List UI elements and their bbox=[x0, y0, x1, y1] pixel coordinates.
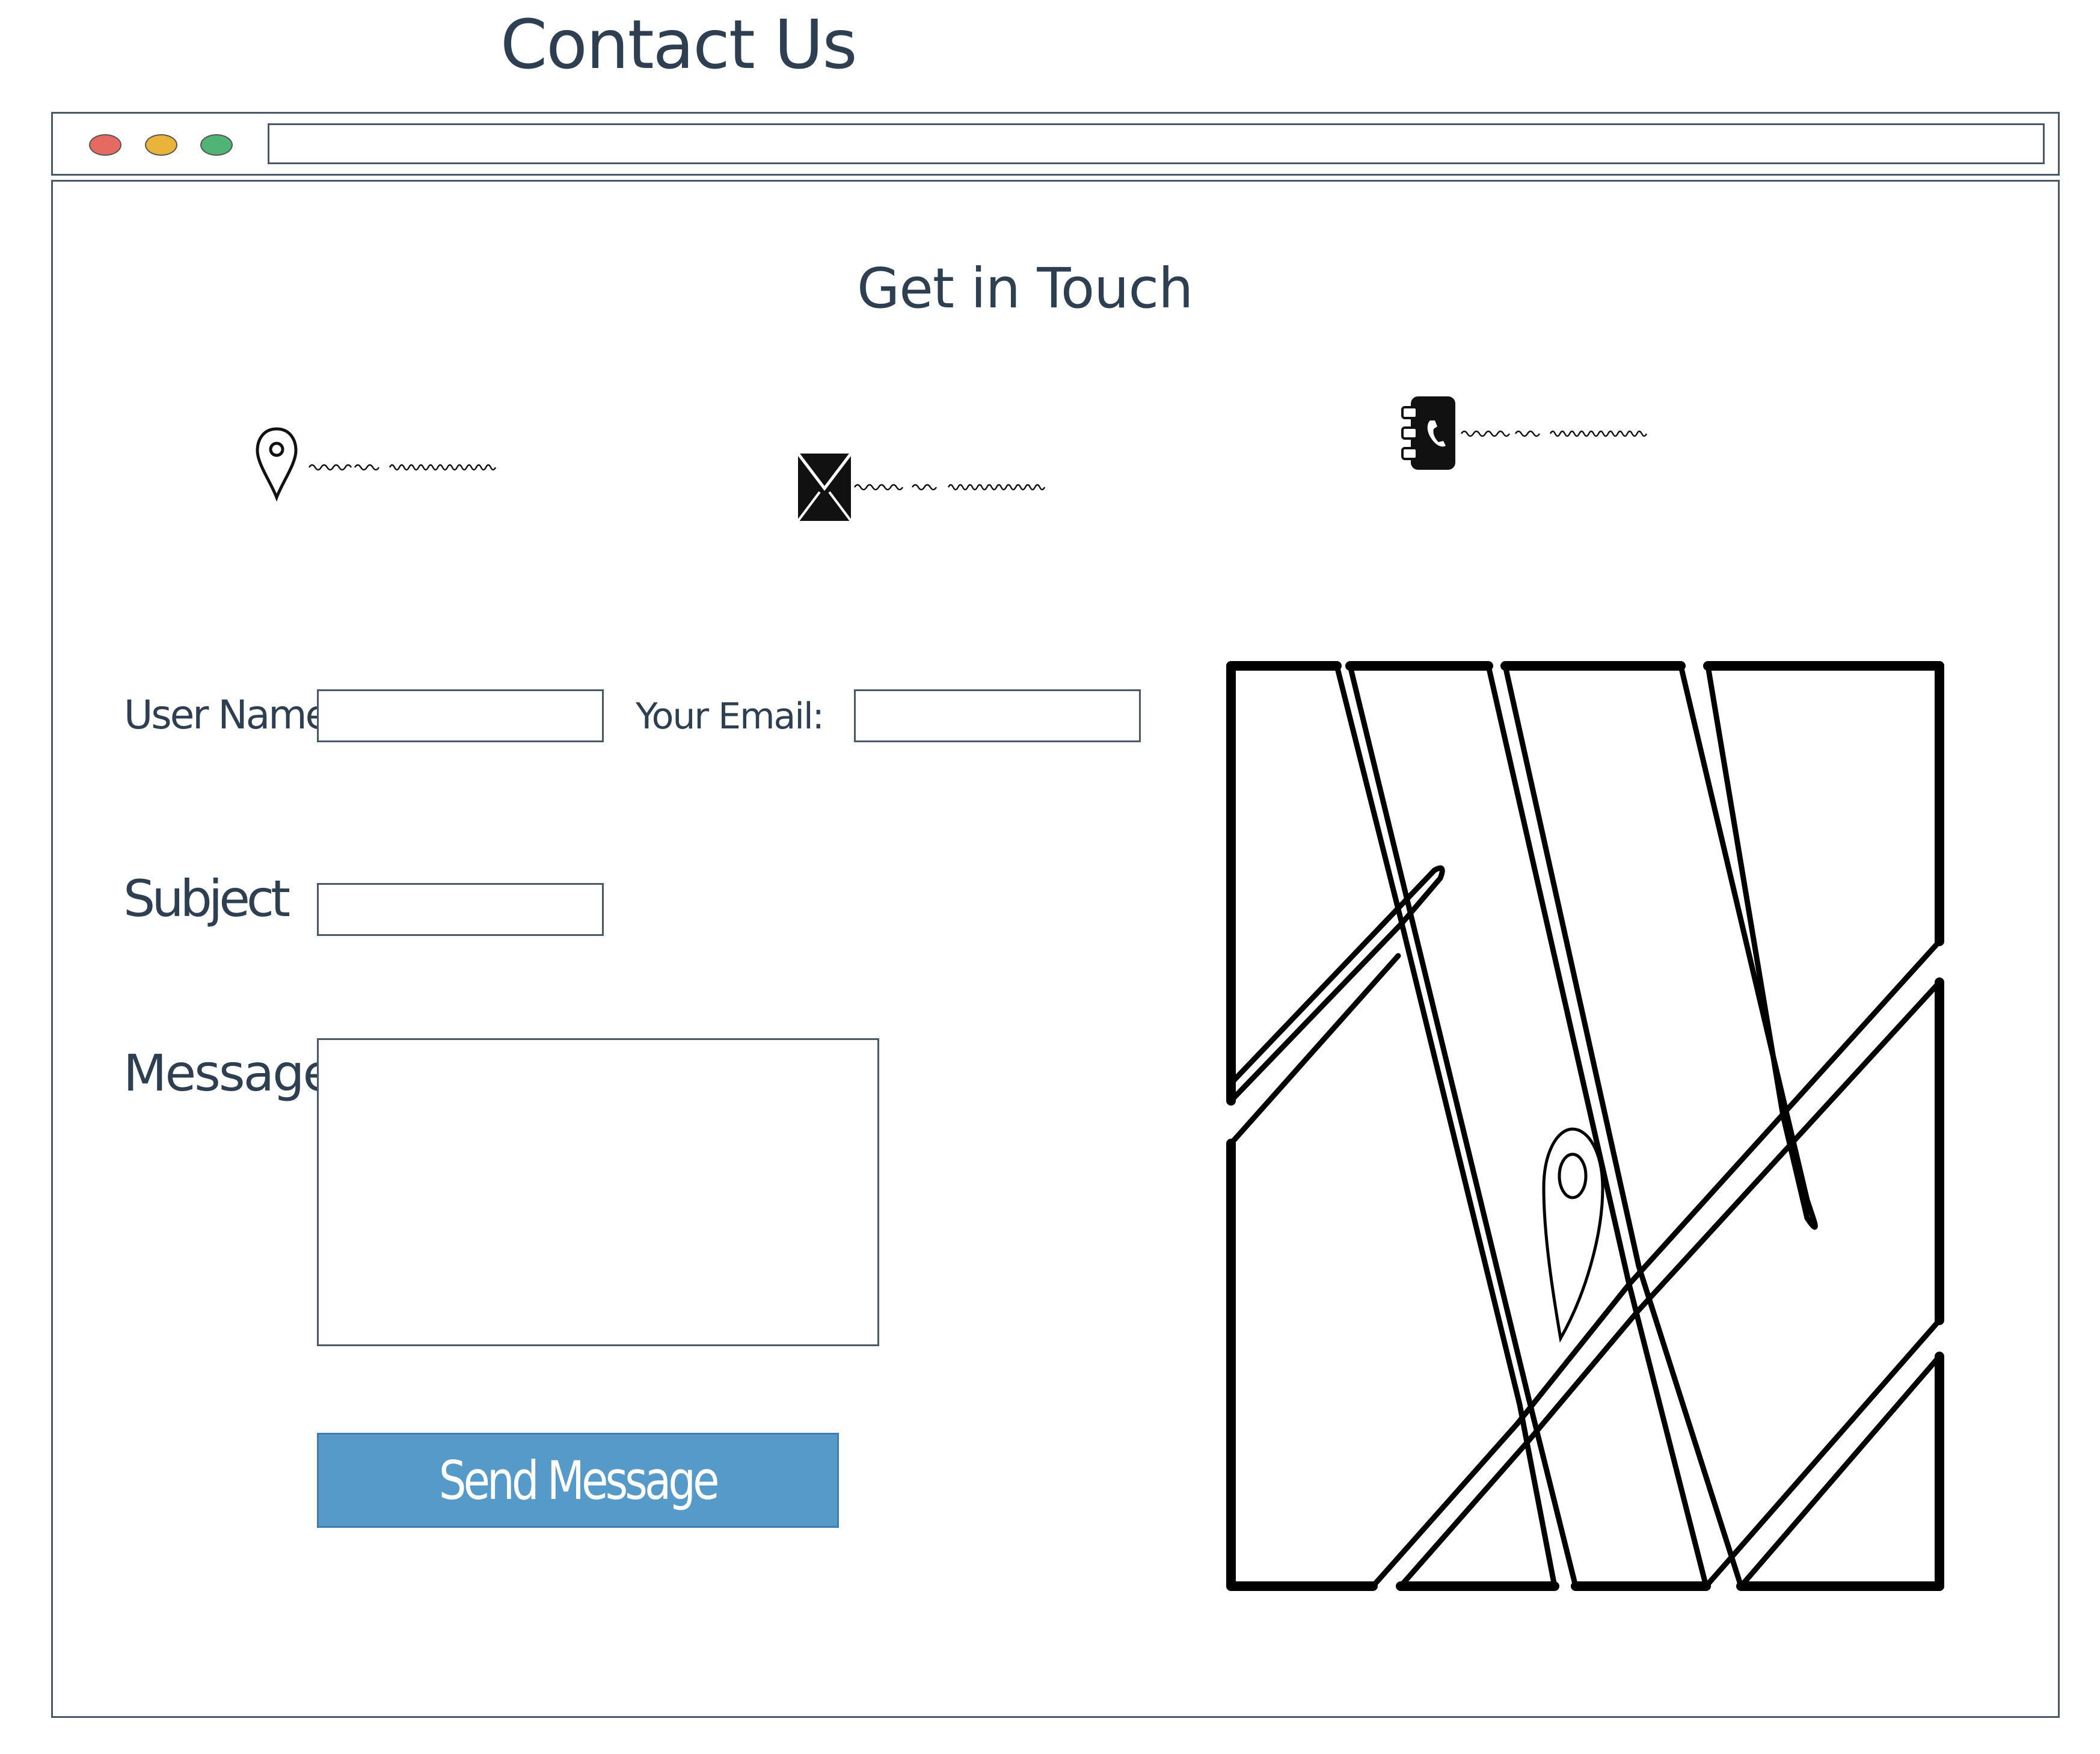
contact-info-phone bbox=[1400, 394, 1665, 475]
email-input[interactable] bbox=[854, 689, 1141, 742]
browser-toolbar bbox=[51, 112, 2060, 176]
map-icon bbox=[1226, 661, 1944, 1591]
email-text-placeholder bbox=[853, 484, 1046, 491]
phone-book-icon bbox=[1401, 396, 1455, 470]
send-message-button[interactable]: Send Message bbox=[317, 1433, 839, 1528]
contact-info-address bbox=[253, 424, 511, 502]
contact-info-email bbox=[797, 452, 1061, 525]
subject-label: Subject bbox=[123, 869, 290, 928]
page-title: Contact Us bbox=[500, 6, 858, 84]
username-label: User Name: bbox=[124, 692, 341, 738]
window-maximize-button[interactable] bbox=[200, 134, 233, 156]
window-close-button[interactable] bbox=[89, 134, 121, 156]
map-location-pin bbox=[1542, 1127, 1604, 1343]
section-title: Get in Touch bbox=[857, 256, 1193, 321]
send-message-button-label: Send Message bbox=[439, 1449, 720, 1512]
email-label: Your Email: bbox=[636, 695, 824, 737]
address-text-placeholder bbox=[308, 464, 497, 471]
envelope-icon bbox=[797, 452, 852, 522]
subject-input[interactable] bbox=[317, 883, 604, 936]
phone-text-placeholder bbox=[1460, 430, 1648, 437]
address-bar[interactable] bbox=[268, 123, 2045, 164]
location-pin-icon bbox=[256, 427, 298, 502]
window-minimize-button[interactable] bbox=[145, 134, 177, 156]
message-label: Message bbox=[123, 1044, 334, 1103]
message-textarea[interactable] bbox=[317, 1038, 879, 1346]
username-input[interactable] bbox=[317, 689, 604, 742]
